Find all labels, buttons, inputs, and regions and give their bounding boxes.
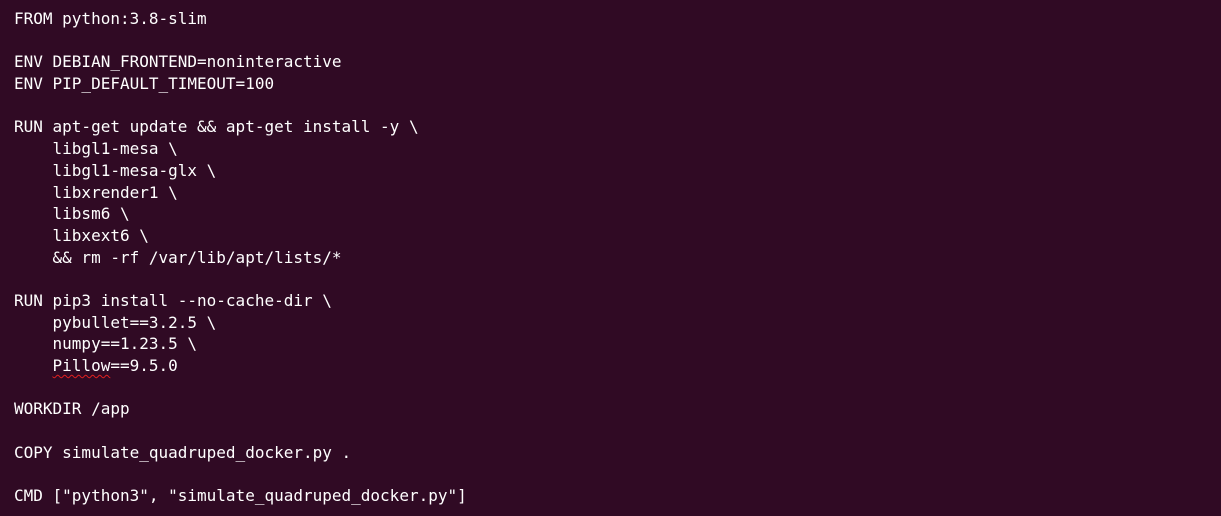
editor-text-area[interactable]: FROM python:3.8-slim ENV DEBIAN_FRONTEND… [0,0,1221,516]
code-line: CMD ["python3", "simulate_quadruped_dock… [14,486,467,506]
misspelled-word[interactable]: Pillow [53,356,111,375]
code-line: FROM python:3.8-slim [14,9,207,28]
code-line: ENV DEBIAN_FRONTEND=noninteractive [14,52,342,72]
code-line: libsm6 \ [14,204,130,224]
code-line: libgl1-mesa \ [14,139,178,159]
code-line: numpy==1.23.5 \ [14,334,198,354]
code-line: ENV PIP_DEFAULT_TIMEOUT=100 [14,74,275,94]
line-rest: ==9.5.0 [110,356,178,375]
code-line: pybullet==3.2.5 \ [14,312,217,332]
code-line: COPY simulate_quadruped_docker.py . [14,442,352,462]
code-line: libxrender1 \ [14,182,178,202]
code-line: Pillow==9.5.0 [14,355,1207,377]
code-line: libxext6 \ [14,225,149,245]
code-line: WORKDIR /app [14,399,130,419]
code-line: RUN pip3 install --no-cache-dir \ [14,290,332,310]
code-line: RUN apt-get update && apt-get install -y… [14,117,419,137]
code-line: && rm -rf /var/lib/apt/lists/* [14,247,342,267]
code-line: libgl1-mesa-glx \ [14,160,217,180]
